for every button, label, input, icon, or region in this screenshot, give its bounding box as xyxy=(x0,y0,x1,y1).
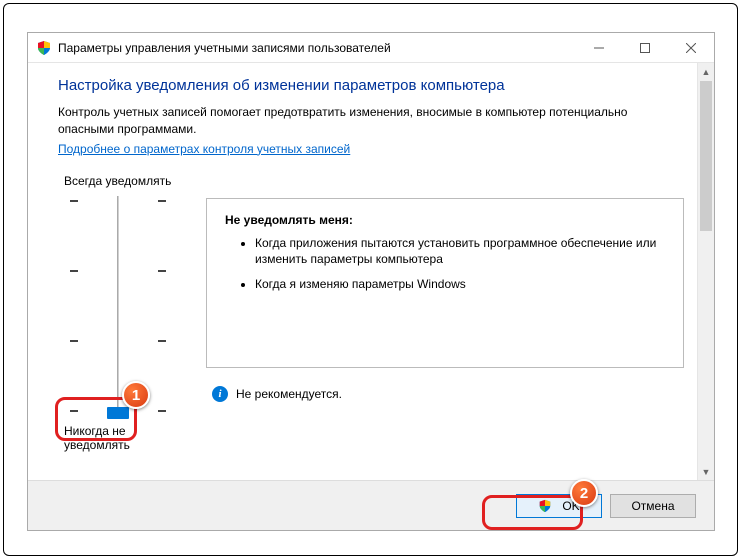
info-column: Не уведомлять меня: Когда приложения пыт… xyxy=(206,174,684,452)
slider-tick xyxy=(158,340,166,342)
scroll-up-icon[interactable]: ▲ xyxy=(698,63,714,80)
slider-tick xyxy=(70,410,78,412)
window-title: Параметры управления учетными записями п… xyxy=(58,41,576,55)
slider-tick xyxy=(158,410,166,412)
slider-bottom-label: Никогда не уведомлять xyxy=(58,424,178,452)
tutorial-badge: 2 xyxy=(570,479,598,507)
minimize-button[interactable] xyxy=(576,33,622,62)
maximize-button[interactable] xyxy=(622,33,668,62)
cancel-button[interactable]: Отмена xyxy=(610,494,696,518)
info-list: Когда приложения пытаются установить про… xyxy=(225,235,665,293)
scroll-down-icon[interactable]: ▼ xyxy=(698,463,714,480)
info-bullet: Когда приложения пытаются установить про… xyxy=(255,235,665,269)
slider-tick xyxy=(70,270,78,272)
window-controls xyxy=(576,33,714,62)
dialog-footer: OK Отмена xyxy=(28,480,714,530)
scroll-thumb[interactable] xyxy=(700,81,712,231)
info-bullet: Когда я изменяю параметры Windows xyxy=(255,276,665,293)
slider-area: Всегда уведомлять Никогда не уведомлят xyxy=(58,174,684,452)
vertical-scrollbar[interactable]: ▲ ▼ xyxy=(697,63,714,480)
slider-tick xyxy=(70,200,78,202)
tutorial-frame: Параметры управления учетными записями п… xyxy=(3,3,738,556)
shield-icon xyxy=(36,40,52,56)
recommendation-text: Не рекомендуется. xyxy=(236,387,342,401)
description-text: Контроль учетных записей помогает предот… xyxy=(58,104,684,138)
shield-icon xyxy=(538,499,552,513)
slider-top-label: Всегда уведомлять xyxy=(58,174,171,188)
info-box: Не уведомлять меня: Когда приложения пыт… xyxy=(206,198,684,368)
learn-more-link[interactable]: Подробнее о параметрах контроля учетных … xyxy=(58,142,350,156)
cancel-button-label: Отмена xyxy=(631,499,674,513)
content-area: Настройка уведомления об изменении парам… xyxy=(28,63,714,480)
slider-column: Всегда уведомлять Никогда не уведомлят xyxy=(58,174,178,452)
slider-tick xyxy=(158,200,166,202)
uac-window: Параметры управления учетными записями п… xyxy=(27,32,715,531)
close-button[interactable] xyxy=(668,33,714,62)
slider-tick xyxy=(70,340,78,342)
info-title: Не уведомлять меня: xyxy=(225,213,665,227)
slider-tick xyxy=(158,270,166,272)
page-heading: Настройка уведомления об изменении парам… xyxy=(58,77,684,94)
info-icon: i xyxy=(212,386,228,402)
titlebar: Параметры управления учетными записями п… xyxy=(28,33,714,63)
recommendation-row: i Не рекомендуется. xyxy=(206,386,684,402)
slider-thumb[interactable] xyxy=(107,407,129,419)
tutorial-badge: 1 xyxy=(122,381,150,409)
slider-track xyxy=(117,196,120,416)
